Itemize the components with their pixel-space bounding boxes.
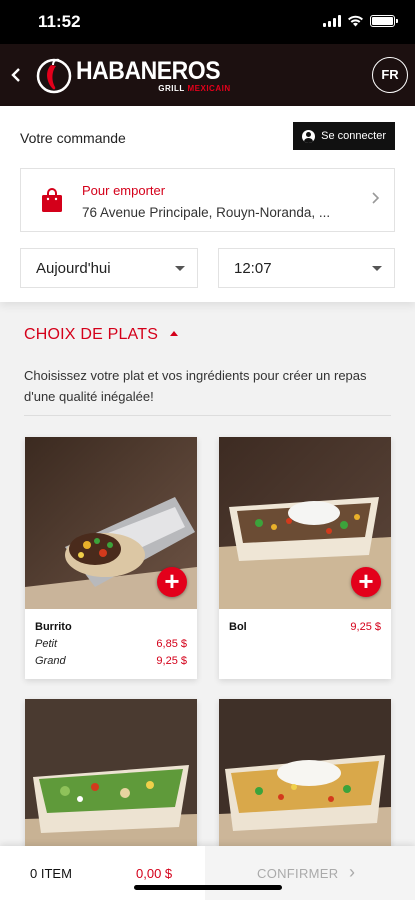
battery-icon [370, 15, 398, 27]
caret-up-icon [170, 330, 179, 336]
confirm-button[interactable]: CONFIRMER › [205, 846, 415, 900]
wifi-icon [348, 15, 363, 27]
order-panel: Votre commande Se connecter Pour emporte… [0, 106, 415, 302]
time-select[interactable]: 12:07 [218, 248, 395, 288]
cart-bar: 0 ITEM 0,00 $ CONFIRMER › [0, 846, 415, 900]
day-value: Aujourd'hui [36, 260, 111, 277]
status-bar: 11:52 [0, 0, 415, 44]
section-description: Choisissez votre plat et vos ingrédients… [24, 368, 367, 404]
status-icons [323, 15, 398, 27]
product-price: 9,25 $ [350, 621, 381, 633]
product-name: Bol [229, 621, 247, 633]
user-icon [302, 129, 316, 143]
login-label: Se connecter [321, 130, 386, 142]
cart-item-count: 0 ITEM [30, 866, 72, 881]
caret-down-icon [175, 266, 185, 271]
pepper-logo-icon [36, 58, 72, 94]
product-photo-bol: + [219, 437, 391, 609]
login-button[interactable]: Se connecter [293, 122, 395, 150]
brand-tagline: GRILL MEXICAIN [158, 83, 231, 93]
cart-total: 0,00 $ [136, 866, 173, 881]
status-time: 11:52 [38, 12, 81, 31]
section-title: CHOIX DE PLATS [24, 326, 159, 343]
variant-size: Petit [35, 638, 58, 650]
pickup-location-selector[interactable]: Pour emporter 76 Avenue Principale, Rouy… [20, 168, 395, 232]
day-select[interactable]: Aujourd'hui [20, 248, 198, 288]
order-title: Votre commande [20, 130, 126, 146]
product-card-bol[interactable]: + Bol 9,25 $ [219, 437, 391, 679]
language-button[interactable]: FR [372, 57, 408, 93]
chevron-right-icon [371, 191, 380, 205]
brand-name: HABANEROS [76, 56, 221, 85]
variant-price: 9,25 $ [156, 655, 187, 667]
app-screen: 11:52 HABANEROS GRILL MEXICAIN FR Votre … [0, 0, 415, 900]
variant-price: 6,85 $ [156, 638, 187, 650]
product-name: Burrito [35, 621, 72, 633]
product-card-burrito[interactable]: + Burrito Petit 6,85 $ Grand 9,25 $ [25, 437, 197, 679]
divider [24, 415, 391, 416]
chevron-right-icon: › [349, 862, 355, 882]
caret-down-icon [372, 266, 382, 271]
shopping-bag-icon [42, 188, 62, 212]
home-indicator[interactable] [134, 885, 282, 890]
add-bol-button[interactable]: + [351, 567, 381, 597]
back-chevron-icon[interactable] [6, 62, 28, 88]
add-burrito-button[interactable]: + [157, 567, 187, 597]
variant-size: Grand [35, 655, 66, 667]
product-photo-burrito: + [25, 437, 197, 609]
pickup-mode-label: Pour emporter [82, 183, 166, 198]
pickup-address: 76 Avenue Principale, Rouyn-Noranda, ... [82, 205, 331, 220]
time-value: 12:07 [234, 260, 272, 277]
signal-icon [323, 15, 341, 27]
app-header: HABANEROS GRILL MEXICAIN FR [0, 44, 415, 106]
section-toggle[interactable]: CHOIX DE PLATS [24, 326, 179, 344]
confirm-label: CONFIRMER [257, 866, 339, 881]
brand-logo: HABANEROS GRILL MEXICAIN [36, 51, 233, 99]
